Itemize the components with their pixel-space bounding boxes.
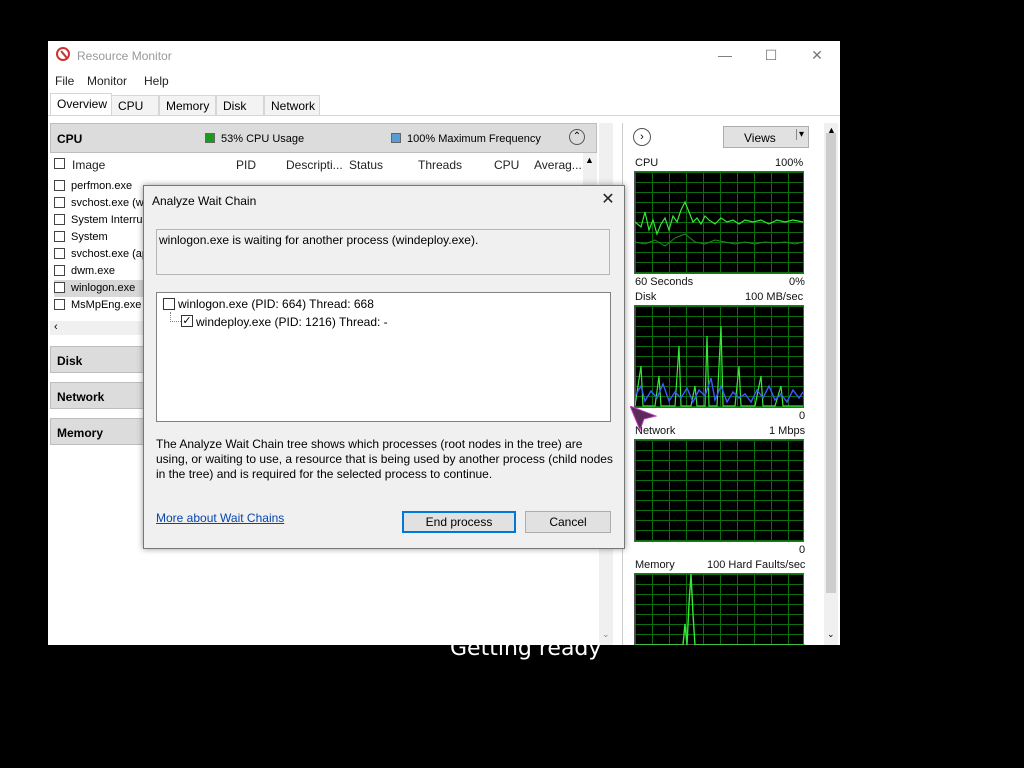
- menu-help[interactable]: Help: [144, 74, 169, 88]
- network-graph-min: 0: [799, 544, 806, 556]
- checkbox-icon[interactable]: [54, 231, 65, 242]
- tree-node-checkbox[interactable]: [163, 298, 175, 310]
- disk-graph-max: 100 MB/sec: [745, 291, 804, 303]
- graph-scrollbar[interactable]: ▲ ⌄: [824, 123, 838, 645]
- column-pid[interactable]: PID: [236, 158, 256, 172]
- checkbox-icon[interactable]: [54, 265, 65, 276]
- disk-graph: [634, 305, 804, 408]
- memory-graph: [634, 573, 805, 645]
- cpu-usage-text: 53% CPU Usage: [221, 133, 305, 145]
- tab-overview[interactable]: Overview: [50, 93, 112, 115]
- checkbox-icon[interactable]: [54, 248, 65, 259]
- frequency-text: 100% Maximum Frequency: [407, 133, 541, 145]
- window-title: Resource Monitor: [77, 49, 172, 63]
- checkbox-icon[interactable]: [54, 214, 65, 225]
- column-description[interactable]: Descripti...: [286, 158, 343, 172]
- tab-network[interactable]: Network: [264, 95, 320, 115]
- checkbox-icon[interactable]: [54, 197, 65, 208]
- tab-strip: Overview CPU Memory Disk Network: [48, 93, 840, 116]
- column-cpu[interactable]: CPU: [494, 158, 519, 172]
- cpu-section-header[interactable]: CPU 53% CPU Usage 100% Maximum Frequency…: [50, 123, 597, 153]
- scrollbar-thumb[interactable]: [826, 133, 836, 593]
- memory-graph-lines: [635, 574, 805, 645]
- minimize-button[interactable]: —: [702, 41, 748, 71]
- cpu-graph-max: 100%: [775, 157, 804, 169]
- column-image[interactable]: Image: [72, 158, 105, 172]
- scroll-down-icon[interactable]: ⌄: [827, 629, 835, 640]
- checkbox-icon[interactable]: [54, 299, 65, 310]
- cpu-section-title: CPU: [57, 132, 83, 146]
- wait-message-box: winlogon.exe is waiting for another proc…: [156, 229, 610, 275]
- network-graph: [634, 439, 804, 542]
- tree-node-checkbox-checked[interactable]: ✓: [181, 315, 193, 327]
- title-bar: Resource Monitor — ☐ ✕: [48, 41, 840, 71]
- cancel-button[interactable]: Cancel: [525, 511, 611, 533]
- tab-memory[interactable]: Memory: [159, 95, 216, 115]
- scroll-down-icon[interactable]: ⌄: [602, 629, 610, 640]
- tree-node-child[interactable]: windeploy.exe (PID: 1216) Thread: -: [196, 315, 388, 329]
- cpu-graph-min: 0%: [789, 276, 805, 288]
- column-threads[interactable]: Threads: [418, 158, 462, 172]
- memory-graph-title: Memory: [635, 559, 675, 571]
- expand-arrow-icon[interactable]: ›: [633, 128, 651, 146]
- menu-monitor[interactable]: Monitor: [87, 74, 127, 88]
- dialog-title: Analyze Wait Chain: [152, 194, 257, 208]
- resource-monitor-icon: [56, 47, 70, 61]
- close-button[interactable]: ✕: [794, 41, 840, 71]
- cpu-graph-duration: 60 Seconds: [635, 276, 694, 288]
- checkbox-icon[interactable]: [54, 282, 65, 293]
- frequency-swatch: [391, 133, 401, 143]
- cpu-usage-swatch: [205, 133, 215, 143]
- menu-file[interactable]: File: [55, 74, 74, 88]
- tree-node-root[interactable]: winlogon.exe (PID: 664) Thread: 668: [178, 297, 374, 311]
- column-status[interactable]: Status: [349, 158, 383, 172]
- scroll-up-icon[interactable]: ▲: [585, 155, 594, 165]
- disk-graph-title: Disk: [635, 291, 657, 303]
- cpu-graph: [634, 171, 804, 274]
- cpu-graph-lines: [635, 200, 804, 247]
- tree-connector: [170, 312, 181, 322]
- views-button[interactable]: Views ▾: [723, 126, 809, 148]
- network-graph-max: 1 Mbps: [769, 425, 806, 437]
- wait-chain-tree[interactable]: winlogon.exe (PID: 664) Thread: 668 ✓ wi…: [156, 292, 611, 422]
- tab-cpu[interactable]: CPU: [111, 95, 159, 115]
- dialog-description: The Analyze Wait Chain tree shows which …: [156, 437, 613, 481]
- dropdown-icon[interactable]: ▾: [796, 129, 804, 140]
- cursor-icon: [630, 406, 658, 432]
- getting-ready-text: Getting ready: [450, 636, 602, 661]
- end-process-button[interactable]: End process: [402, 511, 516, 533]
- dialog-close-button[interactable]: ✕: [596, 190, 620, 210]
- column-average[interactable]: Averag...: [534, 158, 582, 172]
- collapse-icon[interactable]: ⌃: [569, 129, 585, 145]
- select-all-checkbox[interactable]: [54, 158, 65, 169]
- cpu-graph-title: CPU: [635, 157, 659, 169]
- menu-bar: File Monitor Help: [48, 71, 840, 91]
- maximize-button[interactable]: ☐: [748, 41, 794, 71]
- wait-message: winlogon.exe is waiting for another proc…: [159, 233, 479, 247]
- checkbox-icon[interactable]: [54, 180, 65, 191]
- scroll-left-icon[interactable]: ‹: [54, 321, 58, 333]
- memory-graph-max: 100 Hard Faults/sec: [707, 559, 806, 571]
- disk-graph-min: 0: [799, 410, 806, 422]
- tab-disk[interactable]: Disk: [216, 95, 264, 115]
- graph-panel: › Views ▾ ▲ ⌄ CPU 100% 60 Seconds 0% Dis…: [622, 123, 839, 645]
- analyze-wait-chain-dialog: Analyze Wait Chain ✕ winlogon.exe is wai…: [143, 185, 625, 549]
- wait-chains-help-link[interactable]: More about Wait Chains: [156, 511, 284, 525]
- disk-graph-lines: [635, 325, 804, 407]
